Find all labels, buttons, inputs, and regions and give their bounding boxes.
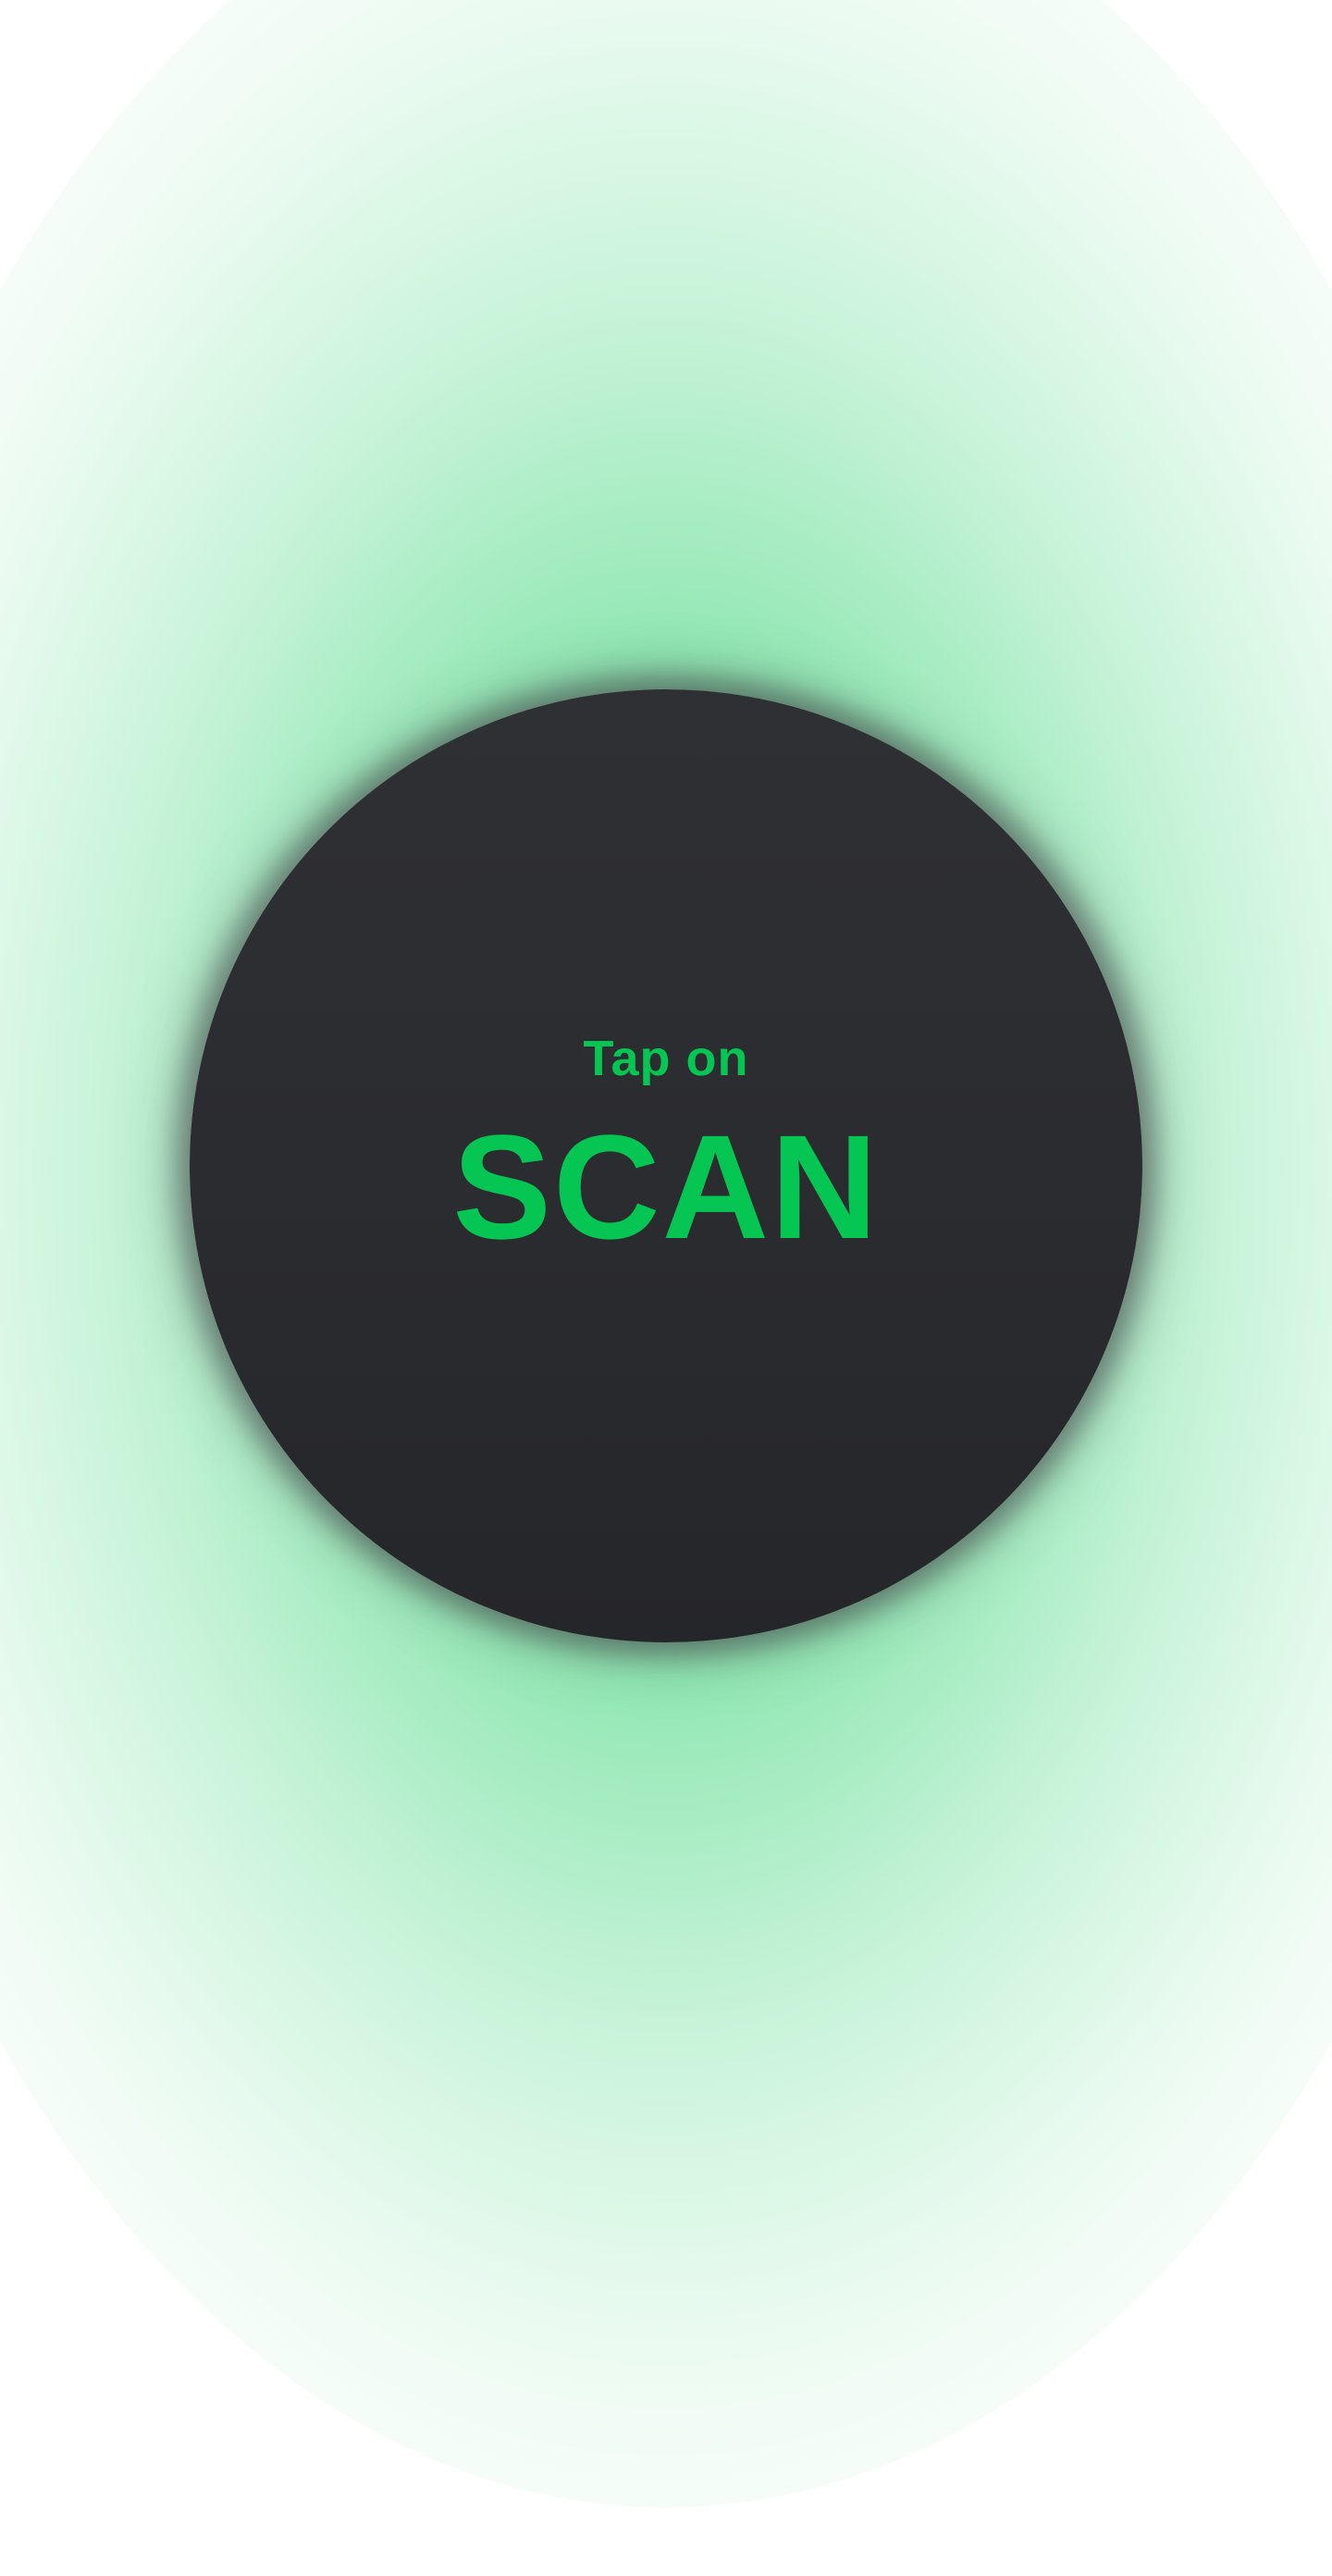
scan-screen: Tap on SCAN [0,0,1332,2576]
scan-button[interactable]: Tap on SCAN [190,689,1142,1642]
scan-label: SCAN [452,1104,880,1269]
tap-on-label: Tap on [583,1031,749,1086]
